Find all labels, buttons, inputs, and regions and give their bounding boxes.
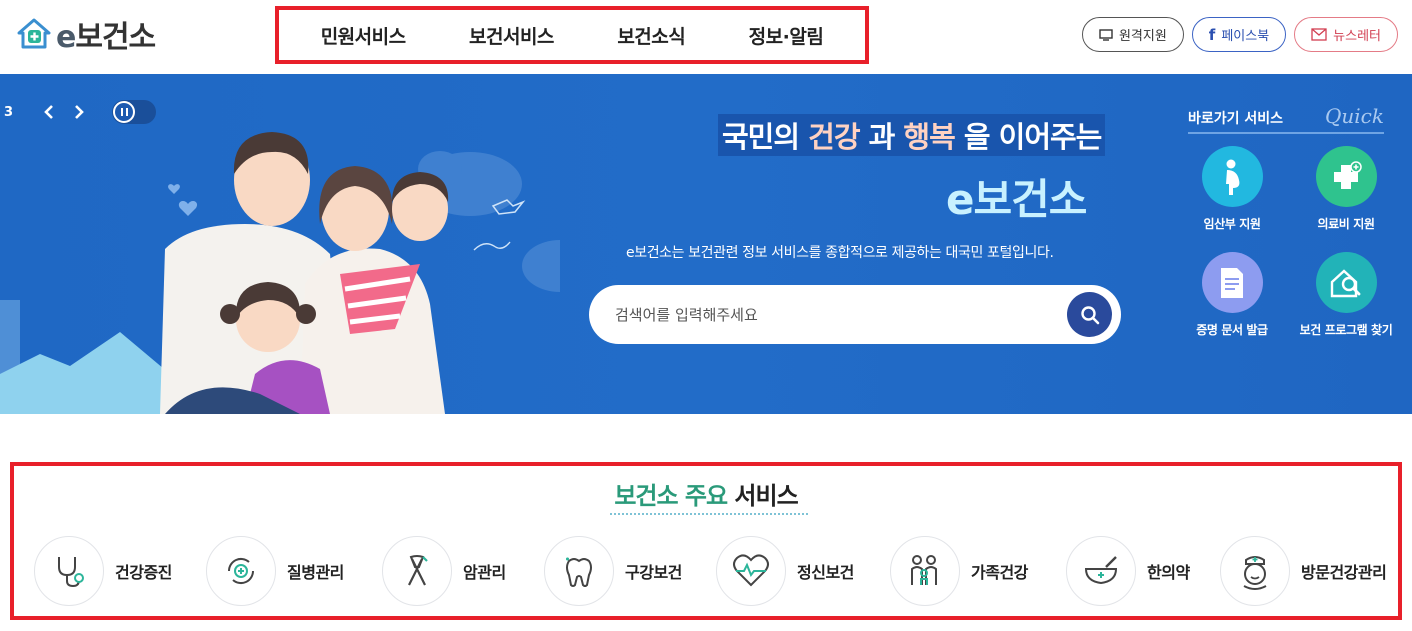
service-label: 한의약 xyxy=(1147,563,1190,582)
service-home-visit-care[interactable]: 방문건강관리 xyxy=(1220,536,1387,606)
main-services-section: 보건소 주요 서비스 건강증진 질병관리 암관리 구강보건 정신보건 가족건강 … xyxy=(10,462,1402,620)
remote-support-label: 원격지원 xyxy=(1118,29,1167,44)
quick-item-label: 증명 문서 발급 xyxy=(1196,323,1268,337)
main-services-title: 보건소 주요 서비스 xyxy=(14,476,1398,511)
hero-headline-part: 국민의 xyxy=(722,120,809,154)
service-label: 정신보건 xyxy=(797,563,854,582)
hero-headline-part: 과 xyxy=(859,120,904,154)
slider-controls: 3 xyxy=(4,100,156,124)
title-divider xyxy=(610,513,808,515)
nurse-icon xyxy=(1220,536,1290,606)
logo-name: 보건소 xyxy=(75,20,156,55)
logo-text: e보건소 xyxy=(56,12,156,56)
facebook-button[interactable]: f 페이스북 xyxy=(1191,17,1287,52)
service-label: 구강보건 xyxy=(625,563,682,582)
mortar-pestle-icon xyxy=(1066,536,1136,606)
medical-cross-icon xyxy=(1315,146,1377,207)
search-icon xyxy=(1080,305,1099,324)
service-label: 방문건강관리 xyxy=(1301,563,1387,582)
document-icon xyxy=(1201,252,1263,313)
hero-headline-health: 건강 xyxy=(808,120,860,154)
tooth-icon xyxy=(544,536,614,606)
home-plus-icon xyxy=(17,18,51,49)
chevron-left-icon xyxy=(44,105,53,119)
search-button[interactable] xyxy=(1067,292,1112,337)
quick-item-label: 보건 프로그램 찾기 xyxy=(1299,323,1393,337)
service-label: 암관리 xyxy=(463,563,506,582)
service-oral-health[interactable]: 구강보건 xyxy=(544,536,682,606)
service-label: 가족건강 xyxy=(971,563,1028,582)
hero-headline-part: 을 이어주는 xyxy=(954,120,1102,154)
quick-item-pregnant[interactable]: 임산부 지원 xyxy=(1182,146,1282,232)
service-mental-health[interactable]: 정신보건 xyxy=(716,536,854,606)
newsletter-button[interactable]: 뉴스레터 xyxy=(1294,17,1398,52)
service-family-health[interactable]: 가족건강 xyxy=(890,536,1028,606)
main-services-title-rest: 서비스 xyxy=(727,482,798,510)
site-logo[interactable]: e보건소 xyxy=(16,12,156,56)
monitor-icon xyxy=(1099,28,1113,41)
service-cancer-management[interactable]: 암관리 xyxy=(382,536,506,606)
heart-pulse-icon xyxy=(716,536,786,606)
stethoscope-icon xyxy=(34,536,104,606)
slide-number: 3 xyxy=(4,104,14,120)
slide-pause-toggle[interactable] xyxy=(112,100,156,124)
slide-next-button[interactable] xyxy=(64,101,94,123)
hero-headline: 국민의 건강 과 행복 을 이어주는 xyxy=(718,114,1106,156)
service-disease-management[interactable]: 질병관리 xyxy=(206,536,344,606)
house-search-icon xyxy=(1315,252,1377,313)
pause-icon xyxy=(113,101,135,123)
quick-item-program-search[interactable]: 보건 프로그램 찾기 xyxy=(1296,252,1396,338)
site-header: e보건소 민원서비스 보건서비스 보건소식 정보·알림 원격지원 f 페이스북 … xyxy=(0,0,1412,74)
quick-services-en: Quick xyxy=(1325,104,1384,128)
chevron-right-icon xyxy=(75,105,84,119)
quick-item-label: 임산부 지원 xyxy=(1203,217,1261,231)
nav-item-health-news[interactable]: 보건소식 xyxy=(617,22,685,49)
quick-services-header: 바로가기 서비스 Quick xyxy=(1188,104,1384,134)
family-icon xyxy=(890,536,960,606)
quick-services-title: 바로가기 서비스 xyxy=(1188,111,1284,127)
hero-headline-happy: 행복 xyxy=(903,120,955,154)
quick-item-label: 의료비 지원 xyxy=(1317,217,1375,231)
newsletter-icon xyxy=(1311,28,1327,41)
remote-support-button[interactable]: 원격지원 xyxy=(1081,17,1184,52)
quick-services-grid: 임산부 지원 의료비 지원 증명 문서 발급 보건 프로그램 찾기 xyxy=(1188,134,1393,364)
service-label: 질병관리 xyxy=(287,563,344,582)
quick-services: 바로가기 서비스 Quick 임산부 지원 의료비 지원 증명 문서 발급 보건… xyxy=(1188,104,1393,364)
hero-description: e보건소는 보건관련 정보 서비스를 종합적으로 제공하는 대국민 포털입니다. xyxy=(626,245,1054,261)
services-list: 건강증진 질병관리 암관리 구강보건 정신보건 가족건강 한의약 방문건강관리 xyxy=(14,536,1398,608)
main-nav: 민원서비스 보건서비스 보건소식 정보·알림 xyxy=(275,6,869,64)
facebook-label: 페이스북 xyxy=(1221,29,1270,44)
slide-prev-button[interactable] xyxy=(34,101,64,123)
pregnant-woman-icon xyxy=(1201,146,1263,207)
logo-prefix: e xyxy=(56,20,76,55)
newsletter-label: 뉴스레터 xyxy=(1333,29,1381,44)
hero-banner: 3 국민의 건강 과 행복 을 이어주는 e보건소 e보건소는 보건관련 정보 … xyxy=(0,74,1412,414)
nav-item-info-notice[interactable]: 정보·알림 xyxy=(749,22,824,49)
quick-item-certificate[interactable]: 증명 문서 발급 xyxy=(1182,252,1282,338)
family-illustration xyxy=(0,132,560,414)
quick-item-medical-cost[interactable]: 의료비 지원 xyxy=(1296,146,1396,232)
search-box xyxy=(589,285,1121,344)
utility-links: 원격지원 f 페이스북 뉴스레터 xyxy=(1081,17,1398,52)
hero-brand-title: e보건소 xyxy=(946,175,1087,224)
service-health-promotion[interactable]: 건강증진 xyxy=(34,536,172,606)
nav-item-civil-service[interactable]: 민원서비스 xyxy=(321,22,406,49)
service-korean-medicine[interactable]: 한의약 xyxy=(1066,536,1190,606)
service-label: 건강증진 xyxy=(115,563,172,582)
disease-cycle-icon xyxy=(206,536,276,606)
nav-item-health-service[interactable]: 보건서비스 xyxy=(469,22,554,49)
cancer-ribbon-icon xyxy=(382,536,452,606)
facebook-icon: f xyxy=(1208,25,1216,44)
search-input[interactable] xyxy=(615,295,1055,334)
main-services-title-accent: 보건소 주요 xyxy=(614,482,728,510)
